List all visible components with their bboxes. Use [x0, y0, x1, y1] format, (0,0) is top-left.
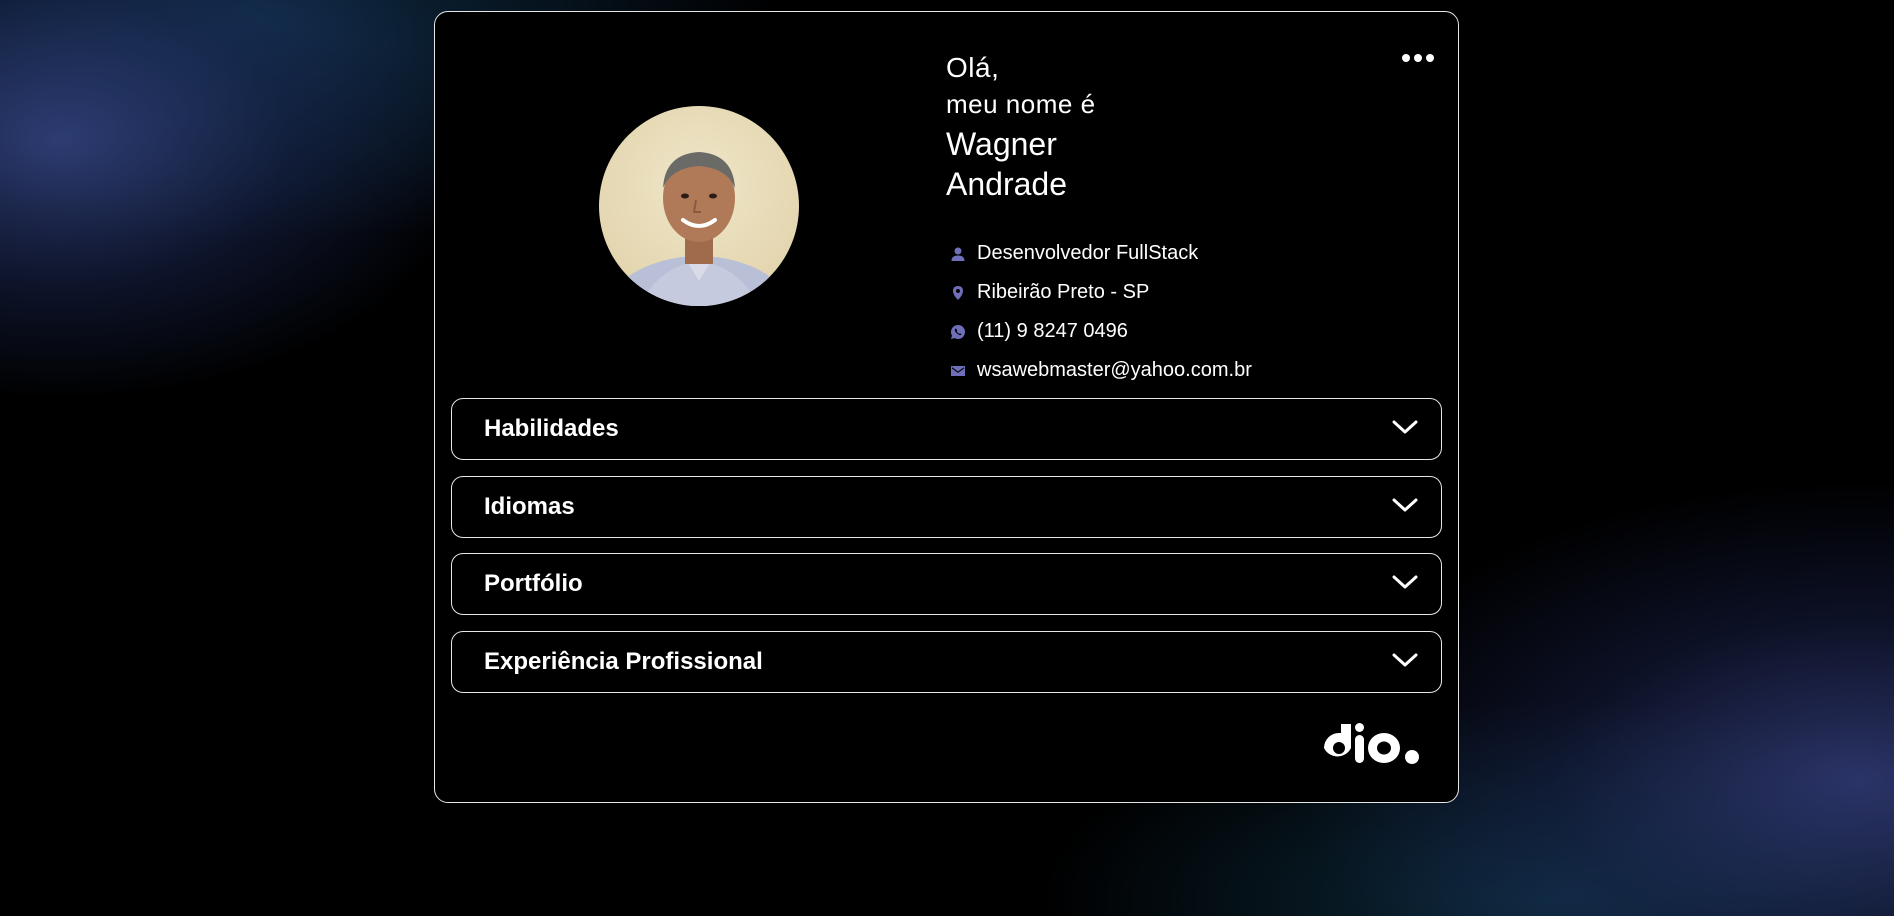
location-pin-icon	[949, 284, 967, 302]
last-name: Andrade	[946, 166, 1067, 202]
dio-logo	[1322, 722, 1426, 766]
page-title: Wagner Andrade	[946, 124, 1096, 204]
avatar-photo	[603, 152, 795, 306]
info-location: Ribeirão Preto - SP	[949, 273, 1252, 312]
accordion-habilidades[interactable]: Habilidades	[451, 398, 1442, 460]
dot-icon	[1414, 54, 1422, 62]
first-name: Wagner	[946, 126, 1057, 162]
dot-icon	[1402, 54, 1410, 62]
subgreeting: meu nome é	[946, 89, 1096, 119]
chevron-down-icon	[1391, 573, 1419, 596]
role-text: Desenvolvedor FullStack	[977, 242, 1199, 264]
intro: Olá, meu nome é Wagner Andrade	[946, 50, 1096, 204]
chevron-down-icon	[1391, 418, 1419, 441]
dot-icon	[1426, 54, 1434, 62]
more-options-button[interactable]	[1398, 48, 1438, 68]
info-email: wsawebmaster@yahoo.com.br	[949, 351, 1252, 390]
whatsapp-icon	[949, 323, 967, 341]
accordion-title: Experiência Profissional	[484, 648, 763, 675]
email-text[interactable]: wsawebmaster@yahoo.com.br	[977, 359, 1252, 382]
accordion-title: Habilidades	[484, 415, 619, 442]
accordion-title: Portfólio	[484, 570, 583, 597]
chevron-down-icon	[1391, 496, 1419, 519]
chevron-down-icon	[1391, 651, 1419, 674]
greeting: Olá,	[946, 52, 1000, 83]
avatar	[599, 106, 799, 306]
location-text: Ribeirão Preto - SP	[977, 281, 1150, 303]
accordion-experiencia[interactable]: Experiência Profissional	[451, 631, 1442, 693]
accordion-portfolio[interactable]: Portfólio	[451, 553, 1442, 615]
mail-icon	[949, 362, 967, 380]
info-phone: (11) 9 8247 0496	[949, 312, 1252, 351]
accordion-title: Idiomas	[484, 493, 575, 520]
person-icon	[949, 245, 967, 263]
profile-card: Olá, meu nome é Wagner Andrade Desenvolv…	[434, 11, 1459, 803]
dio-logo-mark	[1324, 723, 1419, 764]
contact-info: Desenvolvedor FullStack Ribeirão Preto -…	[949, 234, 1252, 390]
accordion-idiomas[interactable]: Idiomas	[451, 476, 1442, 538]
phone-text[interactable]: (11) 9 8247 0496	[977, 320, 1128, 343]
info-role: Desenvolvedor FullStack	[949, 234, 1252, 273]
